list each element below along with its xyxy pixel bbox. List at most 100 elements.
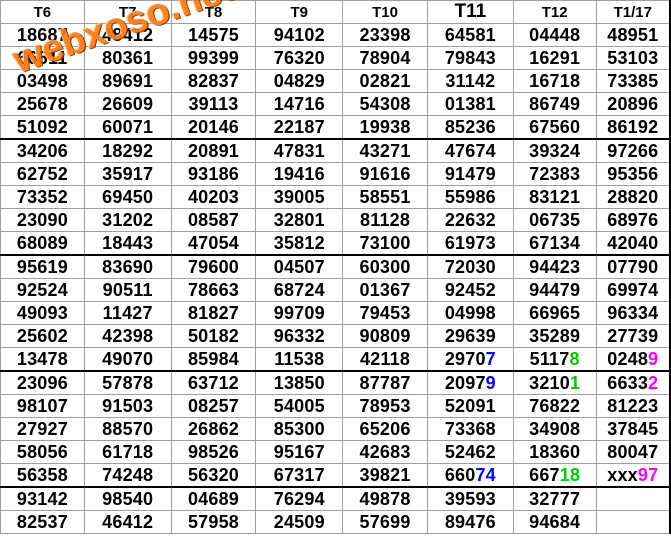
number-cell: 39324: [512, 138, 597, 163]
number-cell: 96332: [255, 324, 344, 348]
number-cell: 95356: [595, 162, 671, 186]
number-cell: 62752: [0, 162, 85, 186]
number-cell: 53103: [595, 46, 671, 70]
cell-digits: 01367: [359, 279, 411, 300]
number-cell: 35917: [83, 162, 172, 186]
number-cell: 29707: [426, 347, 514, 372]
cell-digits: 27927: [16, 418, 68, 439]
cell-digits: 81128: [360, 209, 411, 230]
highlighted-digits: 74: [475, 464, 496, 485]
cell-digits: 39113: [188, 93, 239, 114]
column-header: T6: [0, 0, 85, 24]
cell-digits: 6633: [607, 372, 649, 393]
number-cell: 99709: [255, 301, 344, 325]
cell-digits: xxx: [607, 464, 638, 485]
number-cell: 27927: [0, 417, 85, 441]
number-cell: 39821: [342, 463, 428, 488]
number-cell: 51178: [512, 347, 597, 372]
cell-digits: 79843: [444, 47, 496, 68]
table-row: 13478 49070 85984 11538 42118 29707 51178 02489: [0, 347, 671, 372]
number-cell: 61718: [83, 440, 172, 464]
cell-digits: 78663: [187, 279, 239, 300]
number-cell: 66332: [595, 370, 671, 395]
table-row: 82537 46412 57958 24509 57699 89476 94684: [0, 510, 671, 534]
cell-digits: 42040: [607, 232, 659, 253]
number-cell: 26862: [170, 417, 257, 441]
table-row: 25602 42398 50182 96332 90809 29639 35289 27739: [0, 324, 671, 348]
cell-digits: 35812: [273, 232, 325, 253]
cell-digits: 88570: [102, 418, 154, 439]
cell-digits: 22187: [273, 116, 325, 137]
cell-digits: 69450: [102, 186, 154, 207]
cell-digits: 68976: [607, 209, 659, 230]
number-cell: 31142: [426, 69, 514, 93]
cell-digits: 80047: [607, 441, 659, 462]
cell-digits: 02821: [359, 70, 411, 91]
cell-digits: 39324: [529, 140, 581, 161]
table-row: 03498 89691 82837 04829 02821 31142 16718 73385: [0, 69, 671, 93]
number-cell: 64581: [426, 23, 514, 47]
number-cell: 94479: [512, 278, 597, 302]
cell-digits: 96332: [273, 325, 325, 346]
cell-digits: 66965: [529, 302, 581, 323]
cell-digits: 74248: [102, 464, 154, 485]
number-cell: 55986: [426, 185, 514, 209]
header-row: T6 T7 T8 T9 T10 T11 T12 T1/17: [0, 0, 671, 24]
number-cell: 82537: [0, 510, 85, 534]
number-cell: 37845: [595, 417, 671, 441]
number-cell: 35289: [512, 324, 597, 348]
cell-digits: 16291: [529, 47, 581, 68]
number-cell: 85236: [426, 115, 514, 140]
number-cell: 57699: [342, 510, 428, 534]
number-cell: 18687: [0, 23, 85, 47]
cell-digits: 11427: [102, 302, 153, 323]
cell-digits: 34206: [16, 140, 68, 161]
number-cell: 81223: [595, 394, 671, 418]
cell-digits: 61973: [444, 232, 496, 253]
table-row: 68089 18443 47054 35812 73100 61973 67134 42040: [0, 231, 671, 256]
cell-digits: 92452: [444, 279, 496, 300]
cell-digits: 48951: [607, 24, 659, 45]
cell-digits: 51092: [16, 116, 68, 137]
number-cell: 25678: [0, 92, 85, 116]
number-cell: 57958: [170, 510, 257, 534]
number-cell: 73385: [595, 69, 671, 93]
number-cell: 31202: [83, 208, 172, 232]
number-cell: 63712: [170, 370, 257, 395]
number-cell: 68976: [595, 208, 671, 232]
cell-digits: 49070: [102, 348, 154, 369]
cell-digits: 23096: [16, 372, 68, 393]
highlighted-digits: 9: [648, 348, 659, 369]
cell-digits: 82837: [187, 70, 239, 91]
cell-digits: 01381: [444, 93, 496, 114]
number-cell: 06735: [512, 208, 597, 232]
cell-digits: 35289: [529, 325, 581, 346]
number-cell: 43271: [342, 138, 428, 163]
number-cell: 92452: [426, 278, 514, 302]
cell-digits: 07790: [607, 256, 659, 277]
number-cell: 20979: [426, 370, 514, 395]
table-row: 95619 83690 79600 04507 60300 72030 94423 07790: [0, 254, 671, 279]
column-header: T11: [426, 0, 514, 24]
number-cell: 47831: [255, 138, 344, 163]
number-cell: 13478: [0, 347, 85, 372]
number-cell: 02489: [595, 347, 671, 372]
cell-digits: 66611: [17, 47, 68, 68]
number-cell: 16718: [512, 69, 597, 93]
number-cell: 88570: [83, 417, 172, 441]
cell-digits: 2970: [444, 348, 486, 369]
cell-digits: 98540: [102, 488, 154, 509]
number-cell: 20891: [170, 138, 257, 163]
cell-digits: 08257: [187, 395, 239, 416]
number-cell: 73100: [342, 231, 428, 256]
cell-digits: 98526: [187, 441, 239, 462]
highlighted-digits: 97: [637, 464, 659, 485]
cell-digits: 78904: [359, 47, 411, 68]
number-cell: 68724: [255, 278, 344, 302]
number-cell: 42040: [595, 231, 671, 256]
number-cell: 81827: [170, 301, 257, 325]
number-cell: 23090: [0, 208, 85, 232]
number-cell: 92524: [0, 278, 85, 302]
cell-digits: 42118: [360, 348, 411, 369]
cell-digits: 86192: [607, 116, 659, 137]
